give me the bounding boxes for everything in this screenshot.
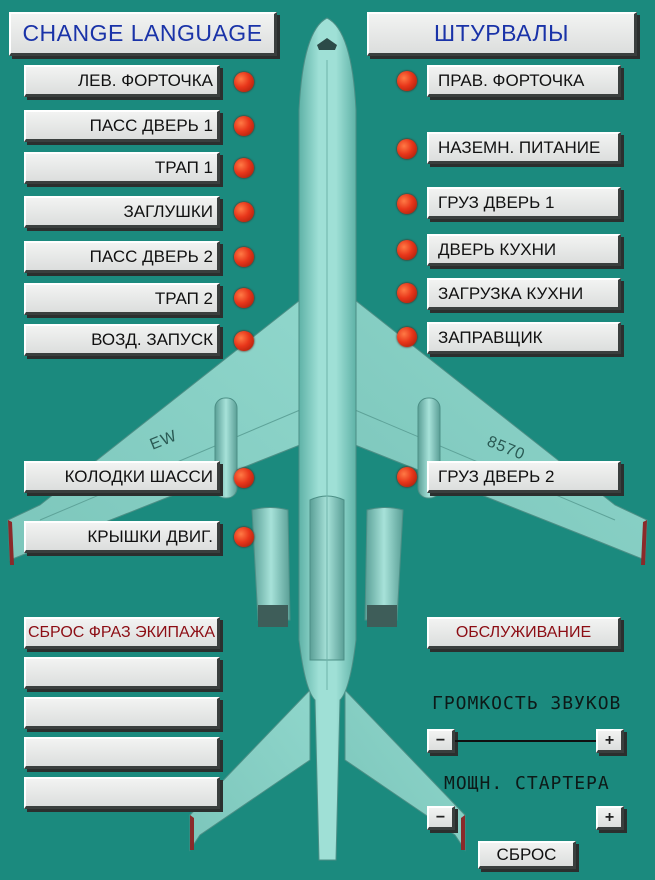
left-window-indicator xyxy=(234,72,254,92)
cargo-door-2-indicator xyxy=(397,467,417,487)
ground-power-button[interactable]: НАЗЕМН. ПИТАНИЕ xyxy=(427,132,621,164)
air-start-button[interactable]: ВОЗД. ЗАПУСК xyxy=(24,324,220,356)
wheel-chocks-button[interactable]: КОЛОДКИ ШАССИ xyxy=(24,461,220,493)
pass-door-2-indicator xyxy=(234,247,254,267)
volume-minus-button[interactable]: − xyxy=(427,729,455,753)
stairs-2-button[interactable]: ТРАП 2 xyxy=(24,283,220,315)
starter-power-label: МОЩН. СТАРТЕРА xyxy=(444,773,610,794)
wheel-chocks-indicator xyxy=(234,468,254,488)
volume-plus-button[interactable]: + xyxy=(596,729,624,753)
plugs-indicator xyxy=(234,202,254,222)
right-window-button[interactable]: ПРАВ. ФОРТОЧКА xyxy=(427,65,621,97)
sound-volume-label: ГРОМКОСТЬ ЗВУКОВ xyxy=(432,693,622,714)
fuel-truck-indicator xyxy=(397,327,417,347)
ground-power-indicator xyxy=(397,139,417,159)
cargo-door-1-button[interactable]: ГРУЗ ДВЕРЬ 1 xyxy=(427,187,621,219)
crew-phrase-slot[interactable] xyxy=(24,697,220,729)
engine-covers-indicator xyxy=(234,527,254,547)
galley-door-indicator xyxy=(397,240,417,260)
galley-loading-button[interactable]: ЗАГРУЗКА КУХНИ xyxy=(427,278,621,310)
plugs-button[interactable]: ЗАГЛУШКИ xyxy=(24,196,220,228)
galley-door-button[interactable]: ДВЕРЬ КУХНИ xyxy=(427,234,621,266)
fuel-truck-button[interactable]: ЗАПРАВЩИК xyxy=(427,322,621,354)
volume-slider-track[interactable] xyxy=(455,740,597,742)
cargo-door-2-button[interactable]: ГРУЗ ДВЕРЬ 2 xyxy=(427,461,621,493)
yokes-button[interactable]: ШТУРВАЛЫ xyxy=(367,12,637,56)
left-window-button[interactable]: ЛЕВ. ФОРТОЧКА xyxy=(24,65,220,97)
pass-door-2-button[interactable]: ПАСС ДВЕРЬ 2 xyxy=(24,241,220,273)
crew-phrase-slot[interactable] xyxy=(24,657,220,689)
service-panel: EW 8570 CHANGE LANGUAGE ШТУРВАЛЫ ЛЕВ. ФО… xyxy=(0,0,655,880)
reset-button[interactable]: СБРОС xyxy=(478,841,576,869)
starter-minus-button[interactable]: − xyxy=(427,806,455,830)
starter-plus-button[interactable]: + xyxy=(596,806,624,830)
pass-door-1-button[interactable]: ПАСС ДВЕРЬ 1 xyxy=(24,110,220,142)
galley-loading-indicator xyxy=(397,283,417,303)
stairs-1-indicator xyxy=(234,158,254,178)
crew-phrase-slot[interactable] xyxy=(24,777,220,809)
change-language-button[interactable]: CHANGE LANGUAGE xyxy=(9,12,277,56)
right-window-indicator xyxy=(397,71,417,91)
cargo-door-1-indicator xyxy=(397,194,417,214)
pass-door-1-indicator xyxy=(234,116,254,136)
crew-phrase-slot[interactable] xyxy=(24,737,220,769)
stairs-1-button[interactable]: ТРАП 1 xyxy=(24,152,220,184)
engine-covers-button[interactable]: КРЫШКИ ДВИГ. xyxy=(24,521,220,553)
stairs-2-indicator xyxy=(234,288,254,308)
service-button[interactable]: ОБСЛУЖИВАНИЕ xyxy=(427,617,621,649)
reset-crew-phrases-button[interactable]: СБРОС ФРАЗ ЭКИПАЖА xyxy=(24,617,220,649)
air-start-indicator xyxy=(234,331,254,351)
